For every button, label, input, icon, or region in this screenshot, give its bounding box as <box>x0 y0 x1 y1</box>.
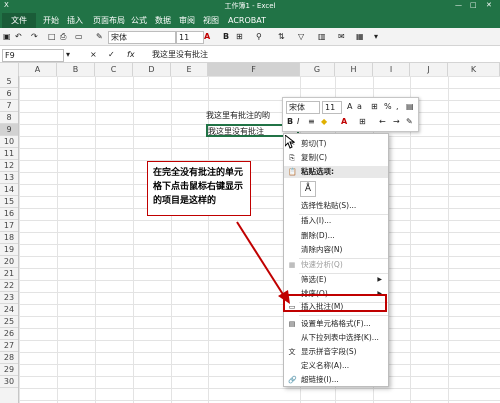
mouse-cursor-icon <box>285 135 295 149</box>
arrow-head <box>278 290 290 304</box>
annotation-arrow <box>236 221 290 304</box>
arrow-line <box>236 221 285 297</box>
